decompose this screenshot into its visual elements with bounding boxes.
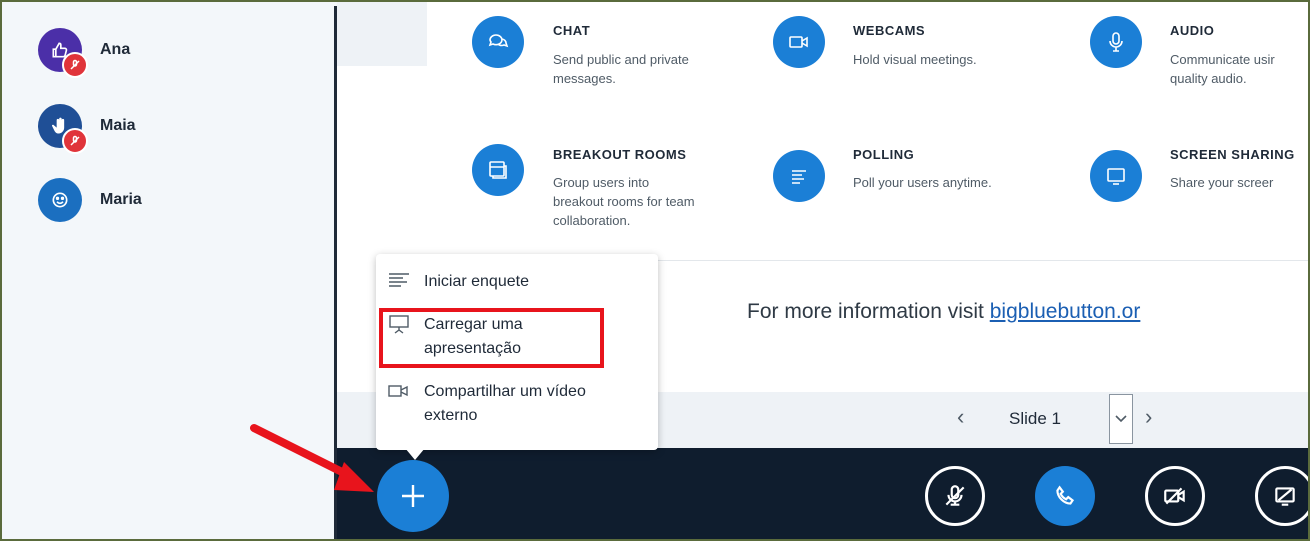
action-bar xyxy=(337,448,1308,539)
feature-description: Hold visual meetings. xyxy=(853,52,977,67)
feature-title: AUDIO xyxy=(1170,23,1215,38)
plus-icon xyxy=(402,485,424,507)
poll-list-icon xyxy=(389,273,409,287)
chevron-down-icon xyxy=(1115,415,1127,423)
avatar xyxy=(38,104,88,154)
bigbluebutton-link[interactable]: bigbluebutton.or xyxy=(990,300,1141,323)
breakout-rooms-icon xyxy=(489,161,507,179)
polling-icon xyxy=(792,170,806,184)
feature-title: POLLING xyxy=(853,147,915,162)
muted-mic-icon xyxy=(70,135,80,146)
menu-item-share-external-video[interactable]: Compartilhar um vídeo externo xyxy=(388,380,586,428)
avatar xyxy=(38,178,82,222)
user-name: Maria xyxy=(100,191,142,208)
webcam-feature-icon xyxy=(773,16,825,68)
menu-item-label: Iniciar enquete xyxy=(424,273,529,290)
top-band xyxy=(337,2,427,66)
phone-icon xyxy=(1056,485,1075,505)
slide-label: Slide 1 xyxy=(1009,409,1061,428)
smiley-icon xyxy=(52,192,68,208)
muted-microphone-icon xyxy=(945,485,965,506)
webcam-icon xyxy=(789,36,808,48)
slide-select-dropdown[interactable] xyxy=(1109,394,1133,444)
user-name: Ana xyxy=(100,41,131,58)
polling-feature-icon xyxy=(773,150,825,202)
feature-title: CHAT xyxy=(553,23,591,38)
red-arrow-annotation xyxy=(250,424,374,492)
info-prefix: For more information visit xyxy=(747,300,990,323)
user-item-maia[interactable]: Maia xyxy=(38,104,136,154)
menu-pointer xyxy=(405,448,425,460)
chat-feature-icon xyxy=(472,16,524,68)
feature-description: Share your screer xyxy=(1170,175,1274,190)
screen-share-icon xyxy=(1107,168,1125,185)
muted-badge xyxy=(62,128,88,154)
menu-item-label: Compartilhar um vídeo externo xyxy=(424,383,586,424)
feature-description: Communicate usir quality audio. xyxy=(1170,52,1275,86)
screen-sharing-feature-icon xyxy=(1090,150,1142,202)
feature-description: Poll your users anytime. xyxy=(853,175,992,190)
user-item-ana[interactable]: Ana xyxy=(38,28,131,78)
share-webcam-button[interactable] xyxy=(1145,466,1205,526)
app-window: Ana Maia Maria CHAT Send public and priv… xyxy=(0,0,1310,541)
chat-icon xyxy=(488,34,509,48)
screen-share-off-icon xyxy=(1275,487,1295,506)
avatar xyxy=(38,28,88,78)
microphone-icon xyxy=(1109,32,1123,52)
video-icon xyxy=(388,385,408,397)
feature-title: SCREEN SHARING xyxy=(1170,147,1295,162)
menu-item-start-poll[interactable]: Iniciar enquete xyxy=(388,270,529,294)
feature-title: BREAKOUT ROOMS xyxy=(553,147,687,162)
user-item-maria[interactable]: Maria xyxy=(38,178,142,222)
mute-microphone-button[interactable] xyxy=(925,466,985,526)
user-name: Maia xyxy=(100,117,136,134)
muted-mic-icon xyxy=(70,59,80,70)
muted-badge xyxy=(62,52,88,78)
feature-description: Send public and private messages. xyxy=(553,52,689,86)
breakout-feature-icon xyxy=(472,144,524,196)
previous-slide-button[interactable]: ‹ xyxy=(957,404,964,430)
info-text: For more information visit bigbluebutton… xyxy=(747,300,1140,324)
feature-title: WEBCAMS xyxy=(853,23,926,38)
feature-description: Group users into breakout rooms for team… xyxy=(553,175,695,228)
leave-audio-button[interactable] xyxy=(1035,466,1095,526)
highlight-box xyxy=(379,308,604,368)
audio-feature-icon xyxy=(1090,16,1142,68)
webcam-off-icon xyxy=(1164,487,1185,505)
next-slide-button[interactable]: › xyxy=(1145,404,1152,430)
share-screen-button[interactable] xyxy=(1255,466,1308,526)
